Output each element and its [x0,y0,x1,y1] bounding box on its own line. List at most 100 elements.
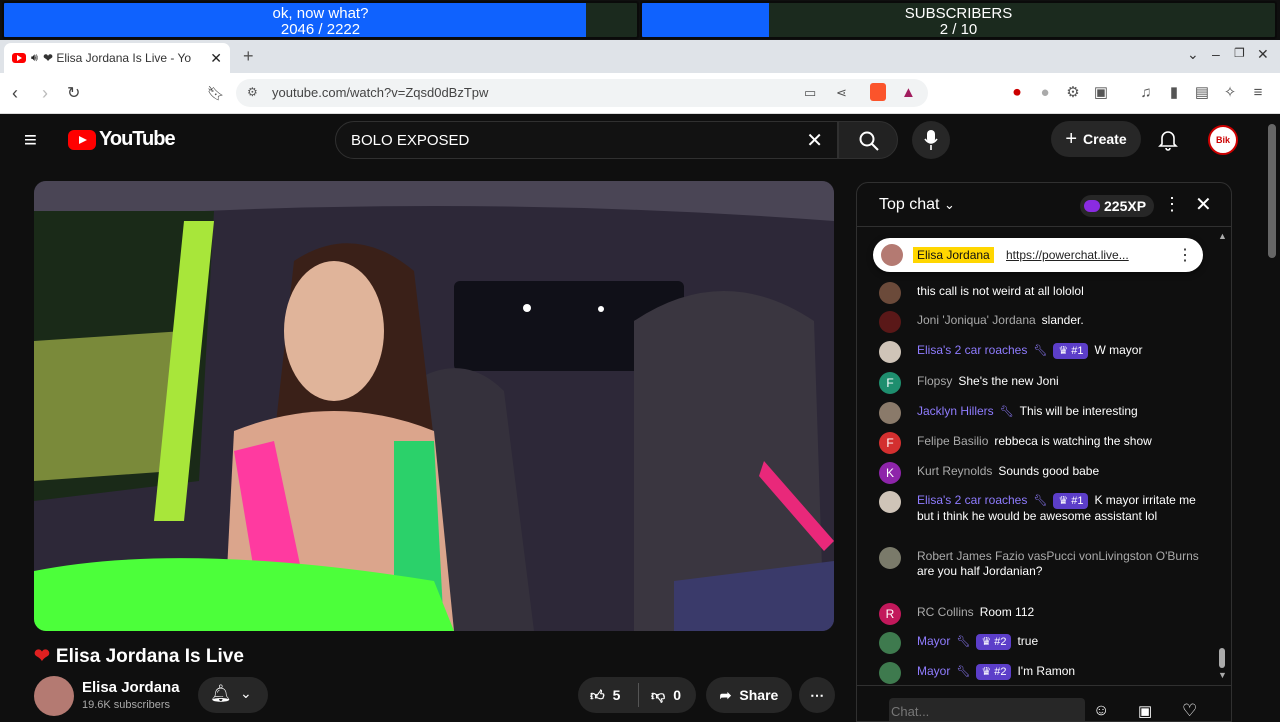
browser-tab[interactable]: 🔊︎ ❤ Elisa Jordana Is Live - Yo ✕ [4,43,230,73]
back-icon[interactable]: ‹ [12,83,18,104]
chat-more-icon[interactable]: ⋮ [1163,194,1181,215]
channel-avatar[interactable] [34,676,74,716]
more-actions-button[interactable]: ⋯ [799,677,835,713]
sidebar-icon[interactable]: ▮ [1165,84,1183,102]
chat-author-name[interactable]: Elisa's 2 car roaches [917,343,1027,357]
chat-author-name[interactable]: Jacklyn Hillers [917,404,994,418]
brave-shield-icon[interactable] [870,83,886,101]
reload-icon[interactable]: ↻ [67,83,80,103]
like-dislike-group: 👍︎ 5 👎︎ 0 [578,677,696,713]
chat-author-name[interactable]: Flopsy [917,374,952,388]
chat-message[interactable]: Elisa's 2 car roaches 🔧︎ ♛ #1 W mayor [879,341,1209,363]
create-button[interactable]: + Create [1051,121,1141,157]
search-input[interactable]: BOLO EXPOSED ✕ [335,121,838,159]
hamburger-menu-icon[interactable]: ≡ [24,127,37,153]
wallet-icon[interactable]: ▤ [1193,84,1211,102]
chat-scroll-down-icon[interactable]: ▼ [1218,670,1227,680]
media-icon[interactable]: ♫ [1137,84,1155,102]
chat-author-name[interactable]: Joni 'Joniqua' Jordana [917,313,1036,327]
chat-message[interactable]: Robert James Fazio vasPucci vonLivingsto… [879,547,1209,579]
chat-author-avatar[interactable] [879,632,901,654]
chat-scrollbar-thumb[interactable] [1219,648,1225,668]
chat-author-name[interactable]: Felipe Basilio [917,434,988,448]
super-chat-icon[interactable]: ▣ [1138,702,1152,720]
window-close-icon[interactable]: ✕ [1257,46,1269,63]
like-button[interactable]: 👍︎ 5 [578,687,638,704]
xp-badge[interactable]: 225XP [1080,195,1155,217]
close-tab-icon[interactable]: ✕ [210,50,222,67]
close-chat-icon[interactable]: ✕ [1195,192,1212,217]
page-scrollbar[interactable] [1268,124,1276,258]
voice-search-button[interactable] [912,121,950,159]
menu-icon[interactable]: ≡ [1249,84,1267,102]
brave-rewards-icon[interactable]: ▲ [901,84,916,101]
account-avatar[interactable]: Bik [1208,125,1238,155]
dislike-button[interactable]: 👎︎ 0 [639,687,681,704]
chat-author-avatar[interactable] [879,341,901,363]
channel-name[interactable]: Elisa Jordana [82,679,180,696]
chat-author-avatar[interactable] [879,491,901,513]
chat-author-avatar[interactable] [879,662,901,684]
share-icon[interactable]: ⋖ [836,85,847,101]
maximize-icon[interactable]: ❐ [1234,46,1245,60]
new-tab-button[interactable]: + [243,46,254,67]
chat-message[interactable]: Mayor 🔧︎ ♛ #2 I'm Ramon [879,662,1209,684]
chat-author-avatar[interactable] [879,402,901,424]
chat-author-name[interactable]: Mayor [917,664,950,678]
heart-reaction-icon[interactable]: ♡ [1182,701,1197,721]
chat-author-avatar[interactable]: K [879,462,901,484]
share-button[interactable]: ➦ Share [706,677,792,713]
moderator-wrench-icon: 🔧︎ [1033,495,1048,507]
pinned-more-icon[interactable]: ⋮ [1177,245,1193,265]
extension-circle-icon[interactable]: ● [1036,84,1054,102]
dropdown-icon[interactable]: ⌄ [1187,46,1199,63]
chat-message[interactable]: R RC Collins Room 112 [879,603,1209,625]
search-button[interactable] [838,121,898,159]
chat-message[interactable]: Joni 'Joniqua' Jordana slander. [879,311,1209,333]
forward-icon[interactable]: › [42,83,48,104]
extensions-icon[interactable]: ⚙ [1064,84,1082,102]
chat-message-body: Flopsy She's the new Joni [917,374,1209,389]
chat-message[interactable]: K Kurt Reynolds Sounds good babe [879,462,1209,484]
chat-message[interactable]: Elisa's 2 car roaches 🔧︎ ♛ #1 K mayor irrit… [879,491,1209,524]
youtube-logo[interactable]: YouTube [68,128,176,151]
live-chat-panel: Top chat ⌄ 225XP ⋮ ✕ Elisa Jordana https… [856,182,1232,722]
chat-author-name[interactable]: Kurt Reynolds [917,464,992,478]
address-bar[interactable]: ⚙︎ youtube.com/watch?v=Zqsd0dBzTpw ▭ ⋖ ▲ [236,79,928,107]
chat-message[interactable]: Mayor 🔧︎ ♛ #2 true [879,632,1209,654]
emoji-icon[interactable]: ☺ [1093,702,1109,720]
chat-author-name[interactable]: Mayor [917,634,950,648]
chat-author-name[interactable]: RC Collins [917,605,974,619]
pinned-link[interactable]: https://powerchat.live... [1006,248,1129,262]
cast-icon[interactable]: ▭ [804,85,816,101]
chat-message[interactable]: Jacklyn Hillers 🔧︎ This will be interestin… [879,402,1209,424]
chat-author-name[interactable]: Elisa's 2 car roaches [917,493,1027,507]
chat-message[interactable]: F Felipe Basilio rebbeca is watching the s… [879,432,1209,454]
chat-author-avatar[interactable]: F [879,372,901,394]
chat-message-text: this call is not weird at all lololol [917,284,1084,298]
clear-search-icon[interactable]: ✕ [806,128,823,153]
pinned-message[interactable]: Elisa Jordana https://powerchat.live... … [873,238,1203,272]
minimize-icon[interactable]: – [1212,46,1220,62]
chat-author-avatar[interactable] [879,547,901,569]
subscription-bell-button[interactable]: 🔔︎ ⌄ [198,677,268,713]
chat-mode-dropdown[interactable]: Top chat ⌄ [879,196,955,214]
chat-author-name[interactable]: Robert James Fazio vasPucci vonLivingsto… [917,549,1199,563]
chat-input[interactable]: Chat... [889,698,1085,721]
video-player[interactable] [34,181,834,631]
tab-search-icon[interactable]: ▣ [1092,84,1110,102]
chat-message[interactable]: this call is not weird at all lololol [879,282,1209,304]
speaker-icon[interactable]: 🔊︎ [31,52,38,65]
chat-message[interactable]: F Flopsy She's the new Joni [879,372,1209,394]
chat-scroll-up-icon[interactable]: ▲ [1218,231,1227,241]
chat-author-avatar[interactable] [879,311,901,333]
site-info-icon[interactable]: ⚙︎ [247,85,258,99]
chat-author-avatar[interactable]: F [879,432,901,454]
extension-record-icon[interactable]: ⏺ [1008,84,1026,102]
chat-author-avatar[interactable] [879,282,901,304]
notifications-bell-icon[interactable] [1158,129,1178,151]
bookmark-icon[interactable]: 🔖︎ [207,85,225,102]
leo-ai-icon[interactable]: ✧ [1221,84,1239,102]
chat-author-avatar[interactable]: R [879,603,901,625]
chat-input-area: Chat... ☺ ▣ ♡ [857,685,1231,721]
